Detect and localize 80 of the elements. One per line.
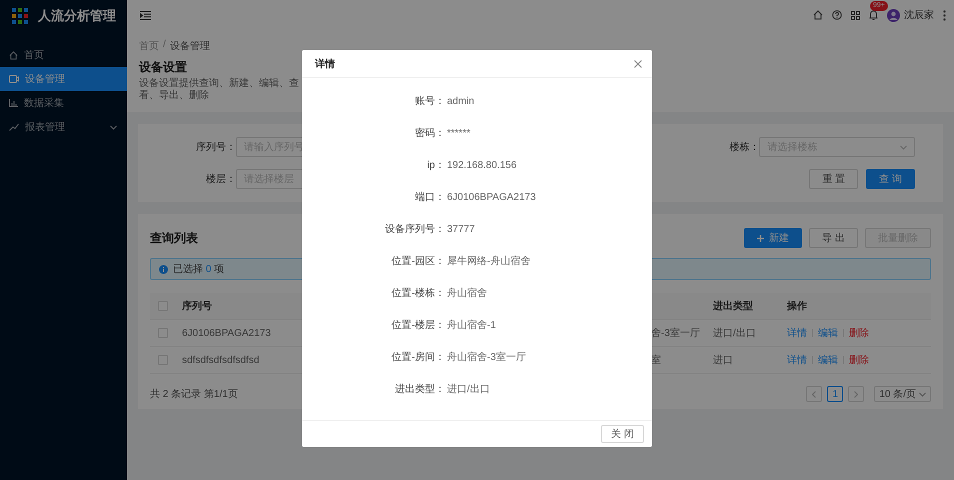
delete-link[interactable]: 删除 [849,326,869,340]
sidebar-item[interactable]: 数据采集 [0,91,127,115]
field-label: 楼栋： [728,140,760,154]
home-icon [9,50,18,60]
field-label: 端口： [414,190,445,204]
action-link[interactable]: 编辑 [818,353,838,367]
breadcrumb-separator: / [163,39,166,52]
column-header: 操作 [787,300,808,313]
search-button[interactable]: 查 询 [866,169,915,189]
pagination-summary: 共 2 条记录 第1/1页 [150,388,238,401]
more-icon[interactable] [943,10,946,20]
plus-icon [757,234,764,242]
alert-text: 已选择 0 项 [173,262,224,276]
breadcrumb-link[interactable]: 设备管理 [170,39,210,53]
field-value: 192.168.80.156 [446,160,517,170]
close-button[interactable]: 关 闭 [601,425,644,443]
reset-button[interactable]: 重 置 [809,169,858,189]
field-value: 舟山宿舍-3室一厅 [446,350,526,364]
field-value: 犀牛网络-舟山宿舍 [446,254,530,268]
field-label: 位置-楼层： [390,318,445,332]
field-value: admin [446,96,474,106]
action-link[interactable]: 详情 [787,326,807,340]
page-size-select[interactable]: 10 条/页 [874,386,931,402]
new-button[interactable]: 新建 [744,228,802,248]
table-cell-text: 进口 [713,354,734,367]
chevron-icon [919,392,926,396]
field-label: 密码： [414,126,445,140]
bar-chart-icon [9,99,18,107]
field-value: ****** [446,128,470,138]
help-icon[interactable] [832,10,842,20]
page-description: 设备设置提供查询、新建、编辑、查看、导出、删除 [139,78,299,102]
list-title: 查询列表 [150,230,198,246]
page-title: 设备设置 [139,59,187,76]
action-link[interactable]: 编辑 [818,326,838,340]
field-value: 6J0106BPAGA2173 [446,192,536,202]
bell-icon[interactable] [869,10,878,20]
action-link[interactable]: 详情 [787,353,807,367]
field-label: 账号： [414,94,445,108]
dialog-title: 详情 [315,57,335,70]
field-value: 舟山宿舍 [446,286,487,300]
export-button[interactable]: 导 出 [809,228,858,248]
grid-icon[interactable] [851,10,860,20]
menu-fold-icon[interactable] [140,10,151,20]
sidebar-item[interactable]: 首页 [0,43,127,67]
delete-link[interactable]: 删除 [849,353,869,367]
table-cell-text: 6J0106BPAGA2173 [182,328,272,338]
home-icon[interactable] [813,10,823,20]
page-button[interactable]: 1 [827,386,844,402]
app-title: 人流分析管理 [38,7,116,25]
chevron-right-icon [854,390,858,398]
table-cell-text: 舍-3室一厅 [651,326,701,340]
chevron-icon [900,144,907,150]
column-header: 序列号 [182,299,213,313]
field-label: 楼层： [205,172,236,186]
field-label: 进出类型： [394,382,445,396]
breadcrumb-link[interactable]: 首页 [139,39,159,53]
field-value: 进口/出口 [446,382,490,396]
field-label: ip： [426,159,445,172]
field-label: 序列号： [195,140,236,154]
field-label: 位置-房间： [390,350,445,364]
table-cell-text: 进口/出口 [713,326,757,340]
sidebar-item[interactable]: 设备管理 [0,67,127,91]
field-label: 位置-园区： [390,254,445,268]
line-chart-icon [9,123,19,131]
close-icon[interactable] [634,60,642,68]
table-cell-text: 室 [651,354,662,367]
field-value: 37777 [446,224,475,234]
sidebar-item[interactable]: 报表管理 [0,115,127,139]
chevron-left-icon [812,390,816,398]
field-value: 舟山宿舍-1 [446,318,496,332]
camera-icon [9,75,19,83]
chevron-icon [110,124,117,130]
user-name[interactable]: 沈辰家 [904,8,934,22]
logo-icon [12,8,28,24]
column-header: 进出类型 [713,300,754,313]
table-cell-text: sdfsdfsdfsdfsdfsd [182,354,260,366]
field-label: 设备序列号： [384,222,445,236]
info-icon [159,264,168,274]
field-label: 位置-楼栋： [390,286,445,300]
avatar-icon[interactable] [887,8,900,22]
